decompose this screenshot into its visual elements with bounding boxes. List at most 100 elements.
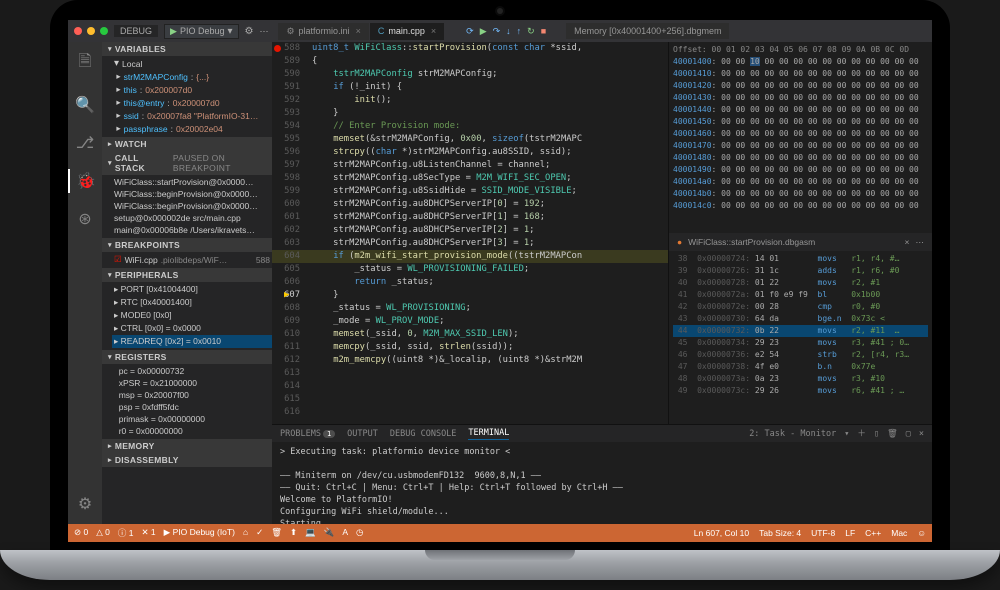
debug-action-button[interactable]: ↓ bbox=[506, 26, 511, 36]
scm-icon[interactable]: ⎇ bbox=[68, 131, 102, 155]
task-selector[interactable]: 2: Task - Monitor bbox=[749, 428, 836, 440]
debug-action-button[interactable]: ↷ bbox=[493, 26, 501, 37]
register-item[interactable]: msp = 0x20007f00 bbox=[112, 389, 272, 401]
register-item[interactable]: xPSR = 0x21000000 bbox=[112, 377, 272, 389]
stack-frame[interactable]: WiFiClass::beginProvision@0x0000… bbox=[112, 200, 272, 212]
close-window-icon[interactable] bbox=[74, 27, 82, 35]
close-icon[interactable]: × bbox=[919, 428, 924, 440]
peripheral-item[interactable]: ▸ CTRL [0x0] = 0x0000 bbox=[112, 322, 272, 335]
debug-sidebar: ▾VARIABLES ▾Local ▸ strM2MAPConfig: {...… bbox=[102, 42, 272, 524]
panel-tab[interactable]: OUTPUT bbox=[347, 428, 378, 440]
maximize-window-icon[interactable] bbox=[100, 27, 108, 35]
editor-tab[interactable]: ⚙platformio.ini× bbox=[278, 23, 368, 40]
stack-frame[interactable]: WiFiClass::startProvision@0x0000… bbox=[112, 176, 272, 188]
status-item[interactable]: ⌂ bbox=[243, 527, 248, 539]
asm-view[interactable]: 38 0x00000724: 14 01 movs r1, r4, #… 39 … bbox=[669, 251, 932, 424]
disassembly-pane: ● WiFiClass::startProvision.dbgasm × ⋯ 3… bbox=[669, 233, 932, 424]
status-item[interactable]: UTF-8 bbox=[811, 528, 835, 538]
gear-icon[interactable]: ⚙ bbox=[245, 26, 254, 37]
status-item[interactable]: 🗑 bbox=[271, 527, 282, 539]
breakpoint-checkbox-icon[interactable]: ☑ bbox=[114, 254, 122, 265]
memory-tab[interactable]: Memory [0x40001400+256].dbgmem bbox=[566, 23, 729, 39]
variables-header[interactable]: ▾VARIABLES bbox=[102, 42, 272, 56]
disassembly-header[interactable]: ▸DISASSEMBLY bbox=[102, 453, 272, 467]
activity-bar: 🗎 🔍 ⎇ 🐞 ⊛ ⚙ bbox=[68, 42, 102, 524]
hex-view[interactable]: Offset: 00 01 02 03 04 05 06 07 08 09 0A… bbox=[669, 42, 932, 233]
register-item[interactable]: psp = 0xfdff5fdc bbox=[112, 401, 272, 413]
status-item[interactable]: Tab Size: 4 bbox=[759, 528, 801, 538]
variable-item[interactable]: ▸ this: 0x200007d0 bbox=[112, 83, 272, 96]
memory-header[interactable]: ▸MEMORY bbox=[102, 439, 272, 453]
status-item[interactable]: ✕ 1 bbox=[141, 527, 155, 539]
files-icon[interactable]: 🗎 bbox=[68, 48, 102, 79]
panel-tab[interactable]: PROBLEMS1 bbox=[280, 428, 335, 440]
plus-icon[interactable]: ＋ bbox=[857, 428, 866, 440]
split-icon[interactable]: ▯ bbox=[874, 428, 879, 440]
trash-icon[interactable]: 🗑 bbox=[887, 428, 898, 440]
debug-action-button[interactable]: ▶ bbox=[480, 26, 487, 37]
settings-gear-icon[interactable]: ⚙ bbox=[68, 492, 102, 516]
variable-item[interactable]: ▸ passphrase: 0x20002e04 bbox=[112, 122, 272, 135]
play-icon[interactable]: ▶ bbox=[170, 26, 177, 37]
stack-frame[interactable]: WiFiClass::beginProvision@0x0000… bbox=[112, 188, 272, 200]
asm-tab[interactable]: ● WiFiClass::startProvision.dbgasm × ⋯ bbox=[669, 233, 932, 251]
breakpoint-item[interactable]: ☑ WiFi.cpp .piolibdeps/WiF… 588 bbox=[112, 253, 272, 266]
callstack-header[interactable]: ▾CALL STACK PAUSED ON BREAKPOINT bbox=[102, 151, 272, 175]
variable-item[interactable]: ▸ ssid: 0x20007fa8 "PlatformIO-31… bbox=[112, 109, 272, 122]
terminal-output[interactable]: > Executing task: platformio device moni… bbox=[272, 442, 932, 534]
status-item[interactable]: ✓ bbox=[256, 527, 263, 539]
breakpoints-header[interactable]: ▾BREAKPOINTS bbox=[102, 238, 272, 252]
registers-header[interactable]: ▾REGISTERS bbox=[102, 350, 272, 364]
watch-header[interactable]: ▸WATCH bbox=[102, 137, 272, 151]
register-item[interactable]: pc = 0x00000732 bbox=[112, 365, 272, 377]
window-controls[interactable] bbox=[74, 27, 108, 35]
debug-action-button[interactable]: ↑ bbox=[517, 26, 522, 36]
panel-tab[interactable]: DEBUG CONSOLE bbox=[390, 428, 457, 440]
status-item[interactable]: ⬆ bbox=[290, 527, 297, 539]
status-item[interactable]: ⊘ 0 bbox=[74, 527, 88, 539]
status-item[interactable]: C++ bbox=[865, 528, 881, 538]
code-content[interactable]: uint8_t WiFiClass::startProvision(const … bbox=[272, 42, 668, 367]
chevron-down-icon[interactable]: ▾ bbox=[227, 26, 232, 37]
status-item[interactable]: ☺ bbox=[917, 528, 926, 538]
chevron-down-icon[interactable]: ▾ bbox=[844, 428, 849, 440]
status-item[interactable]: 💻 bbox=[305, 527, 316, 539]
peripherals-header[interactable]: ▾PERIPHERALS bbox=[102, 268, 272, 282]
peripheral-item[interactable]: ▸ MODE0 [0x0] bbox=[112, 309, 272, 322]
debug-action-button[interactable]: ↻ bbox=[527, 26, 535, 37]
close-icon[interactable]: × bbox=[905, 237, 910, 247]
register-item[interactable]: r0 = 0x00000000 bbox=[112, 425, 272, 437]
status-item[interactable]: △ 0 bbox=[96, 527, 110, 539]
debug-icon[interactable]: 🐞 bbox=[68, 169, 102, 193]
panel-tab[interactable]: TERMINAL bbox=[468, 427, 509, 440]
peripheral-item[interactable]: ▸ READREQ [0x2] = 0x0010 bbox=[112, 335, 272, 348]
maximize-icon[interactable]: ▢ bbox=[906, 428, 911, 440]
status-item[interactable]: Ln 607, Col 10 bbox=[694, 528, 749, 538]
variable-item[interactable]: ▸ this@entry: 0x200007d0 bbox=[112, 96, 272, 109]
peripheral-item[interactable]: ▸ RTC [0x40001400] bbox=[112, 296, 272, 309]
editor-tab[interactable]: Cmain.cpp× bbox=[370, 23, 444, 40]
minimize-window-icon[interactable] bbox=[87, 27, 95, 35]
local-scope[interactable]: ▾Local bbox=[112, 57, 272, 70]
status-item[interactable]: Mac bbox=[891, 528, 907, 538]
status-item[interactable]: A bbox=[342, 527, 348, 539]
debug-config-selector[interactable]: ▶ PIO Debug ▾ bbox=[164, 24, 238, 39]
status-item[interactable]: ▶ PIO Debug (IoT) bbox=[164, 527, 235, 539]
register-item[interactable]: primask = 0x00000000 bbox=[112, 413, 272, 425]
peripheral-item[interactable]: ▸ PORT [0x41004400] bbox=[112, 283, 272, 296]
laptop-base bbox=[0, 550, 1000, 580]
more-icon[interactable]: ⋯ bbox=[916, 237, 925, 248]
status-item[interactable]: ⓘ 1 bbox=[118, 527, 134, 539]
debug-action-button[interactable]: ⟳ bbox=[466, 26, 474, 37]
status-item[interactable]: 🔌 bbox=[324, 527, 335, 539]
status-item[interactable]: LF bbox=[845, 528, 855, 538]
debug-action-button[interactable]: ■ bbox=[541, 26, 546, 36]
more-icon[interactable]: ⋯ bbox=[259, 26, 268, 37]
stack-frame[interactable]: main@0x00006b8e /Users/ikravets… bbox=[112, 224, 272, 236]
variable-item[interactable]: ▸ strM2MAPConfig: {...} bbox=[112, 70, 272, 83]
code-editor[interactable]: 5885895905915925935945955965975985996006… bbox=[272, 42, 668, 424]
status-item[interactable]: ◷ bbox=[356, 527, 363, 539]
search-icon[interactable]: 🔍 bbox=[68, 93, 102, 117]
platformio-icon[interactable]: ⊛ bbox=[68, 207, 102, 231]
stack-frame[interactable]: setup@0x000002de src/main.cpp bbox=[112, 212, 272, 224]
